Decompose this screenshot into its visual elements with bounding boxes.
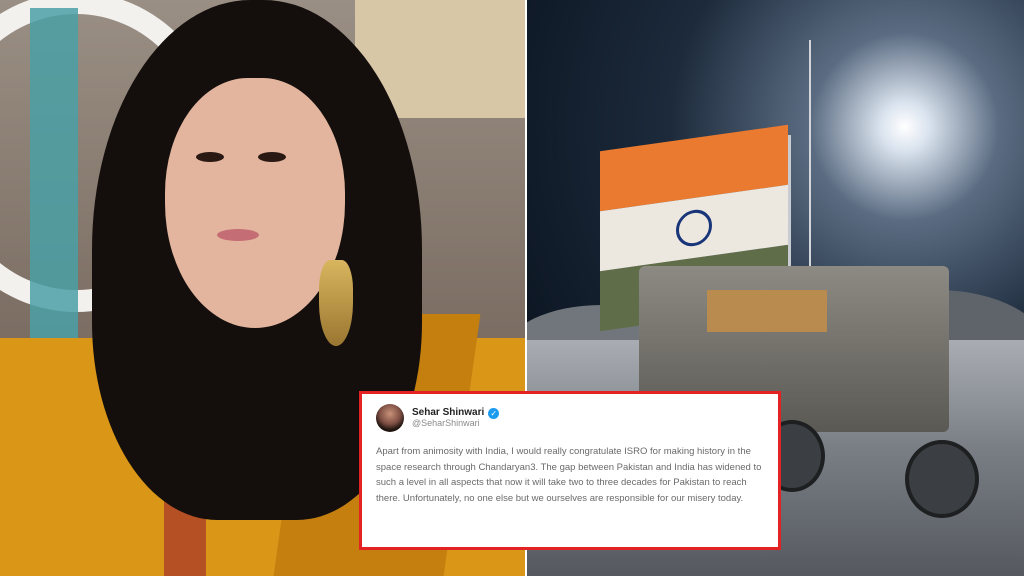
tweet-card: Sehar Shinwari ✓ @SeharShinwari Apart fr…: [359, 391, 781, 550]
right-eye: [258, 152, 286, 162]
rover-wheel: [905, 440, 979, 518]
wall-stripe: [30, 8, 78, 368]
tweet-header: Sehar Shinwari ✓ @SeharShinwari: [376, 404, 764, 432]
display-name: Sehar Shinwari: [412, 407, 485, 419]
lips: [217, 229, 259, 241]
user-handle: @SeharShinwari: [412, 417, 480, 428]
ashoka-chakra-icon: [676, 207, 712, 249]
verified-badge-icon: ✓: [488, 407, 500, 419]
tweet-text: Apart from animosity with India, I would…: [376, 446, 762, 504]
left-eye: [196, 152, 224, 162]
rover-antenna: [809, 40, 811, 290]
face: [165, 78, 345, 328]
earring: [319, 260, 353, 346]
avatar: [376, 404, 404, 432]
user-meta: Sehar Shinwari ✓ @SeharShinwari: [412, 407, 500, 428]
rover-panel: [707, 290, 827, 332]
